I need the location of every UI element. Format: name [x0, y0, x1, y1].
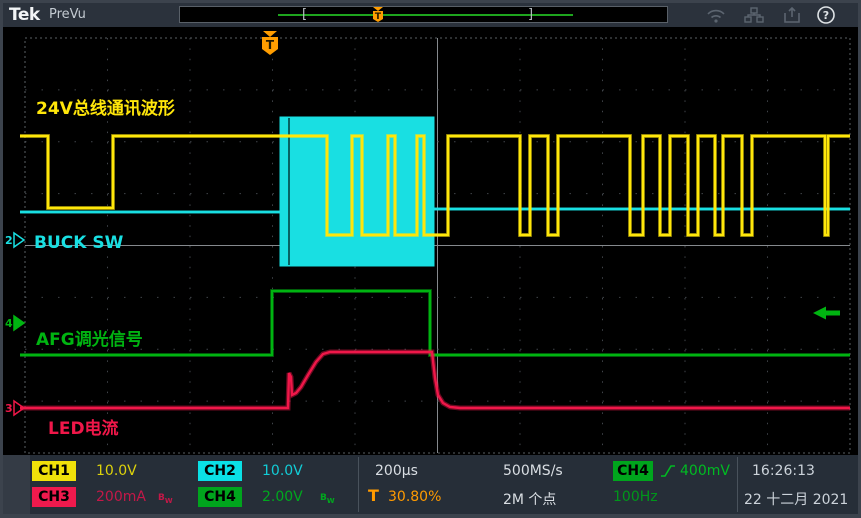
ch3-scale: 200mA — [96, 489, 146, 505]
timebase-readout: 200µs — [375, 463, 418, 479]
ch2-burst-block — [281, 118, 433, 265]
ch4-badge[interactable]: CH4 — [198, 487, 242, 507]
top-status-bar: Tek PreVu [ ] T — [3, 3, 858, 27]
ch3-badge[interactable]: CH3 — [32, 487, 76, 507]
trigger-level-readout: 400mV — [680, 463, 730, 479]
ch2-badge[interactable]: CH2 — [198, 461, 242, 481]
clock-time: 16:26:13 — [752, 463, 815, 479]
record-length-readout: 2M 个点 — [503, 489, 556, 509]
ch2-label: BUCK SW — [34, 233, 124, 253]
oscilloscope-screen: { "header": { "brand": "Tek", "mode": "P… — [0, 0, 861, 518]
wifi-icon[interactable] — [705, 5, 727, 25]
ch1-trace — [20, 136, 850, 235]
scope-display: Tek PreVu [ ] T — [3, 3, 858, 514]
ch1-label: 24V总线通讯波形 — [36, 98, 175, 119]
trigger-position-mini-flag[interactable]: T — [371, 7, 385, 23]
trigger-position-readout: 30.80% — [388, 489, 441, 505]
ch4-scale: 2.00V — [262, 489, 303, 505]
ch1-scale: 10.0V — [96, 463, 137, 479]
bottom-frame-block — [3, 455, 30, 514]
ch4-trace-fuzz — [20, 291, 850, 355]
window-bracket-right: ] — [528, 7, 533, 22]
ch4-trace — [20, 291, 850, 355]
readout-divider — [737, 457, 738, 512]
window-bracket-left: [ — [302, 7, 307, 22]
rising-edge-icon — [659, 462, 677, 480]
trigger-position-flag[interactable]: T — [262, 31, 278, 55]
ch4-label: AFG调光信号 — [36, 329, 143, 350]
channel-2-marker-arrow[interactable] — [14, 233, 24, 247]
channel-4-marker-arrow[interactable] — [14, 316, 24, 330]
horizontal-position-bar[interactable]: [ ] T — [179, 6, 668, 23]
tek-logo: Tek — [9, 5, 40, 25]
ch4-bandwidth-limit-icon: BW — [320, 493, 335, 505]
ch2-scale: 10.0V — [262, 463, 303, 479]
waveform-labels: 24V总线通讯波形 BUCK SW AFG调光信号 LED电流 — [34, 98, 175, 439]
readout-bar: CH1 10.0V CH2 10.0V CH3 200mA BW CH4 2.0… — [30, 455, 858, 514]
svg-text:?: ? — [823, 9, 829, 22]
acquisition-mode-label: PreVu — [49, 7, 86, 22]
svg-text:T: T — [375, 12, 382, 22]
readout-divider — [358, 457, 359, 512]
channel-4-position-marker[interactable]: 4 — [5, 317, 13, 330]
ch1-badge[interactable]: CH1 — [32, 461, 76, 481]
sample-rate-readout: 500MS/s — [503, 463, 563, 479]
channel-2-position-marker[interactable]: 2 — [5, 234, 13, 247]
svg-text:T: T — [266, 38, 275, 52]
help-icon[interactable]: ? — [815, 5, 837, 25]
trigger-source-badge[interactable]: CH4 — [613, 461, 653, 481]
clock-date: 22 十二月 2021 — [744, 489, 848, 509]
trigger-t-symbol: T — [368, 486, 379, 505]
save-export-icon[interactable] — [781, 5, 803, 25]
waveform-traces — [20, 118, 850, 408]
ch1-trace-fuzz — [20, 136, 850, 235]
trigger-frequency-readout: 100Hz — [613, 489, 658, 505]
network-icon[interactable] — [743, 5, 765, 25]
ch3-label: LED电流 — [48, 418, 119, 439]
ch3-bandwidth-limit-icon: BW — [158, 493, 173, 505]
waveform-display-area[interactable]: 2 4 3 T 24V总线通讯波形 BUCK SW AFG调光信号 LED电流 — [3, 27, 858, 458]
trigger-level-arrow[interactable] — [813, 307, 840, 320]
channel-3-position-marker[interactable]: 3 — [5, 402, 13, 415]
graticule-canvas: 2 4 3 T 24V总线通讯波形 BUCK SW AFG调光信号 LED电流 — [3, 27, 858, 458]
